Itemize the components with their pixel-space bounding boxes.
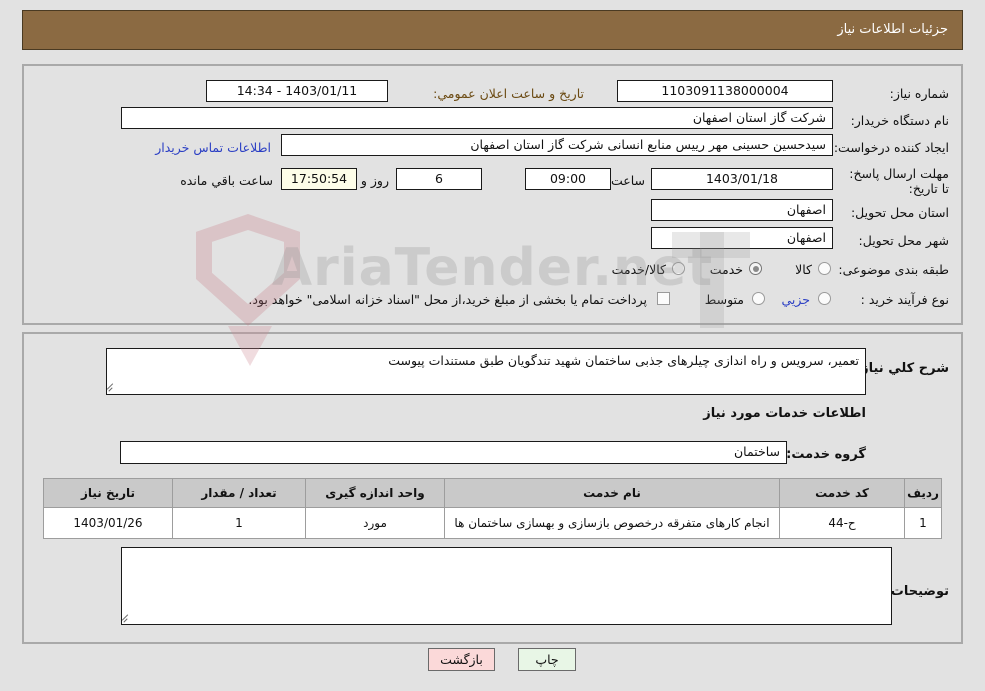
radio-category-khedmat-label: خدمت xyxy=(709,262,743,277)
buyer-org-label: نام دستگاه خریدار: xyxy=(850,113,949,128)
subject-category-label: طبقه بندی موضوعی: xyxy=(838,262,949,277)
radio-process-motavasset-label: متوسط xyxy=(704,292,744,307)
deadline-date-field[interactable]: 1403/01/18 xyxy=(651,168,833,190)
delivery-province-label: استان محل تحویل: xyxy=(850,205,949,220)
need-summary-panel: شماره نیاز: 1103091138000004 تاریخ و ساع… xyxy=(22,64,963,325)
buyer-org-field[interactable]: شرکت گاز استان اصفهان xyxy=(121,107,833,129)
announce-datetime-field[interactable]: 1403/01/11 - 14:34 xyxy=(206,80,388,102)
treasury-docs-label: پرداخت تمام یا بخشی از مبلغ خرید،از محل … xyxy=(248,292,647,307)
deadline-hour-label: ساعت xyxy=(610,173,645,188)
announce-datetime-label: تاریخ و ساعت اعلان عمومي: xyxy=(433,86,584,101)
cell-quantity: 1 xyxy=(172,507,306,539)
remaining-days-field: 6 xyxy=(396,168,482,190)
cell-service-code: ح-44 xyxy=(779,507,905,539)
radio-category-khedmat[interactable] xyxy=(749,262,762,275)
cell-need-date: 1403/01/26 xyxy=(43,507,173,539)
delivery-city-field[interactable]: اصفهان xyxy=(651,227,833,249)
delivery-city-label: شهر محل تحویل: xyxy=(858,233,949,248)
delivery-province-field[interactable]: اصفهان xyxy=(651,199,833,221)
col-service-code: کد خدمت xyxy=(779,478,905,508)
radio-process-jozi-label: جزیي xyxy=(781,292,810,307)
radio-process-motavasset[interactable] xyxy=(752,292,765,305)
table-row[interactable]: 1 ح-44 انجام کارهای متفرقه درخصوص بازساز… xyxy=(43,507,942,539)
request-creator-field[interactable]: سیدحسین حسینی مهر رییس منابع انسانی شرکت… xyxy=(281,134,833,156)
need-number-field[interactable]: 1103091138000004 xyxy=(617,80,833,102)
radio-category-kala-khedmat-label: کالا/خدمت xyxy=(611,262,666,277)
col-quantity: تعداد / مقدار xyxy=(172,478,306,508)
days-and-label: روز و xyxy=(360,173,389,188)
remaining-suffix-label: ساعت باقي مانده xyxy=(180,173,273,188)
buyer-notes-textarea[interactable] xyxy=(121,547,892,625)
radio-category-kala-label: کالا xyxy=(795,262,812,277)
deadline-time-field[interactable]: 09:00 xyxy=(525,168,611,190)
radio-category-kala[interactable] xyxy=(818,262,831,275)
cell-service-name: انجام کارهای متفرقه درخصوص بازسازی و بهس… xyxy=(444,507,780,539)
remaining-time-field: 17:50:54 xyxy=(281,168,357,190)
response-deadline-label: مهلت ارسال پاسخ: تا تاریخ: xyxy=(849,166,949,196)
col-service-name: نام خدمت xyxy=(444,478,780,508)
general-description-textarea[interactable]: تعمیر، سرویس و راه اندازی چیلرهای جذبی س… xyxy=(106,348,866,395)
buyer-contact-link[interactable]: اطلاعات تماس خریدار xyxy=(155,140,271,155)
col-unit: واحد اندازه گیری xyxy=(305,478,445,508)
general-description-label: شرح کلي نیاز: xyxy=(855,361,949,376)
print-button[interactable]: چاپ xyxy=(518,648,576,671)
col-row-no: ردیف xyxy=(904,478,942,508)
cell-unit: مورد xyxy=(305,507,445,539)
services-section-heading: اطلاعات خدمات مورد نیاز xyxy=(703,406,866,421)
page-title: جزئیات اطلاعات نیاز xyxy=(837,22,948,37)
service-group-field[interactable]: ساختمان xyxy=(120,441,787,464)
page-header-bar: جزئیات اطلاعات نیاز xyxy=(22,10,963,50)
table-header-row: ردیف کد خدمت نام خدمت واحد اندازه گیری ت… xyxy=(43,478,942,508)
radio-process-jozi[interactable] xyxy=(818,292,831,305)
services-table: ردیف کد خدمت نام خدمت واحد اندازه گیری ت… xyxy=(43,478,942,539)
radio-category-kala-khedmat[interactable] xyxy=(672,262,685,275)
service-group-label: گروه خدمت: xyxy=(786,447,866,462)
cell-row-no: 1 xyxy=(904,507,942,539)
purchase-process-label: نوع فرآیند خرید : xyxy=(860,292,949,307)
col-need-date: تاریخ نیاز xyxy=(43,478,173,508)
request-creator-label: ایجاد کننده درخواست: xyxy=(833,140,949,155)
treasury-docs-checkbox[interactable] xyxy=(657,292,670,305)
need-number-label: شماره نیاز: xyxy=(889,86,949,101)
back-button[interactable]: بازگشت xyxy=(428,648,495,671)
